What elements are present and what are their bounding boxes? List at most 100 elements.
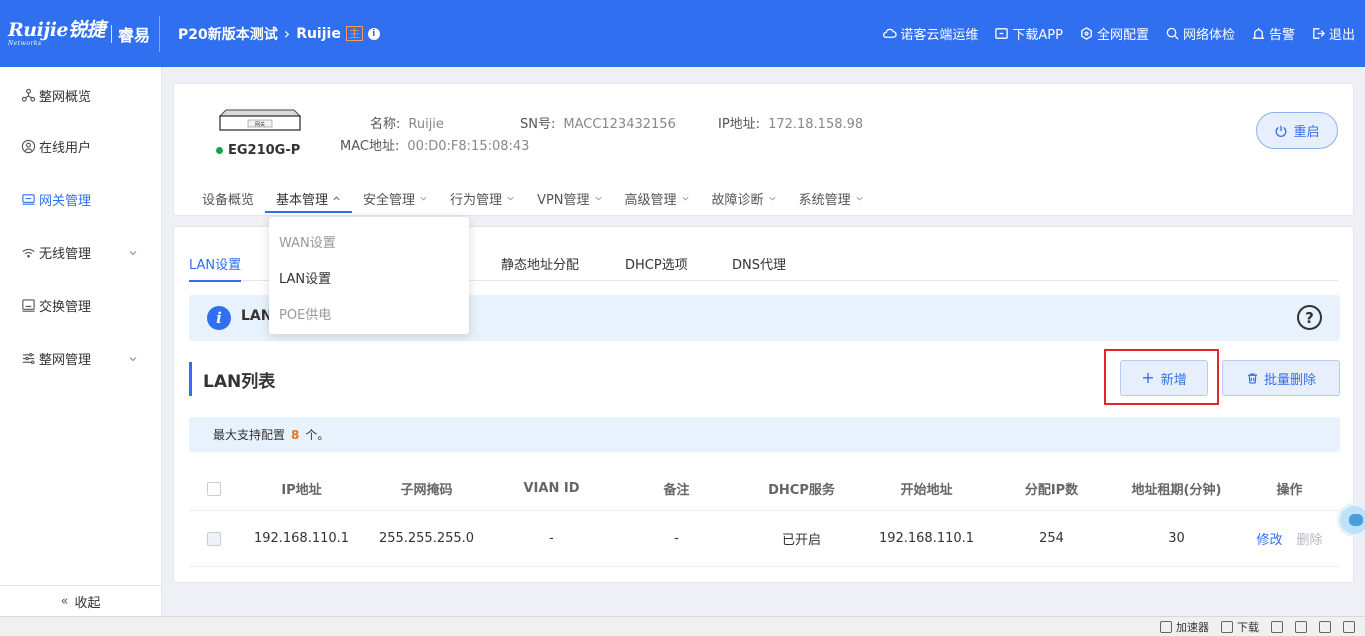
info-icon[interactable]: i xyxy=(367,27,380,40)
device-sn-field: SN号: MACC123432156 xyxy=(520,117,676,132)
wifi-icon xyxy=(22,248,35,258)
sidebar-item-wireless[interactable]: 无线管理 xyxy=(0,226,161,279)
alarm-button[interactable]: 告警 xyxy=(1251,24,1295,43)
lan-table: IP地址 子网掩码 VIAN ID 备注 DHCP服务 开始地址 分配IP数 地… xyxy=(189,467,1340,567)
download-icon xyxy=(1221,620,1233,633)
logout-icon xyxy=(1313,28,1326,39)
device-ip-field: IP地址: 172.18.158.98 xyxy=(718,117,864,132)
logo-text: Ruijie锐捷 Networks xyxy=(8,18,106,47)
edit-link[interactable]: 修改 xyxy=(1256,529,1282,548)
chevron-down-icon xyxy=(420,196,427,200)
device-card: 网关 EG210G-P 名称: Ruijie SN号: MACC123432156 … xyxy=(173,83,1354,216)
chevron-up-icon xyxy=(333,196,340,200)
network-overview-icon xyxy=(21,88,36,102)
master-tag: 主 xyxy=(345,26,363,41)
accelerator-button[interactable]: 加速器 xyxy=(1160,619,1209,635)
network-config-button[interactable]: 全网配置 xyxy=(1079,24,1149,43)
logout-button[interactable]: 退出 xyxy=(1311,24,1355,43)
cloud-ops-button[interactable]: 诺客云端运维 xyxy=(882,24,978,43)
cell-count: 254 xyxy=(1039,531,1064,546)
breadcrumb-device[interactable]: Ruijie xyxy=(296,26,341,42)
logo[interactable]: Ruijie锐捷 Networks 睿易 xyxy=(0,0,150,67)
sidebar-item-gateway[interactable]: 网关管理 xyxy=(0,173,161,226)
col-vlan: VIAN ID xyxy=(523,481,580,496)
device-tabs: 设备概览 基本管理 安全管理 行为管理 VPN管理 高级管理 故障诊断 系统管理 xyxy=(191,180,875,216)
trash-icon[interactable] xyxy=(1295,620,1307,633)
cell-lease: 30 xyxy=(1168,531,1185,546)
sidebar-item-network-manage[interactable]: 整网管理 xyxy=(0,332,161,385)
volume-icon[interactable] xyxy=(1319,620,1331,633)
subtab-dns-proxy[interactable]: DNS代理 xyxy=(732,245,786,281)
breadcrumb: P20新版本测试 › Ruijie 主 i xyxy=(178,24,380,44)
top-actions: 诺客云端运维 下载APP 全网配置 网络体检 告警 退出 xyxy=(882,0,1355,67)
select-all-checkbox[interactable] xyxy=(207,481,221,496)
network-config-icon xyxy=(1081,27,1092,40)
chevron-down-icon[interactable] xyxy=(128,248,138,258)
power-icon xyxy=(1276,125,1287,137)
chevron-down-icon[interactable] xyxy=(128,354,138,364)
network-check-button[interactable]: 网络体检 xyxy=(1165,24,1235,43)
row-checkbox[interactable] xyxy=(207,531,221,546)
network-manage-icon xyxy=(22,352,35,365)
basic-management-dropdown: WAN设置 LAN设置 POE供电 xyxy=(269,217,469,334)
cell-start: 192.168.110.1 xyxy=(878,531,975,546)
table-row: 192.168.110.1 255.255.255.0 - - 已开启 192.… xyxy=(189,511,1340,567)
table-header: IP地址 子网掩码 VIAN ID 备注 DHCP服务 开始地址 分配IP数 地… xyxy=(189,467,1340,511)
cell-vlan: - xyxy=(549,531,554,546)
cloud-icon xyxy=(883,28,897,38)
sidebar-item-switch[interactable]: 交换管理 xyxy=(0,279,161,332)
device-name-field: 名称: Ruijie xyxy=(370,117,444,132)
col-mask: 子网掩码 xyxy=(400,483,453,498)
reboot-button[interactable]: 重启 xyxy=(1256,112,1338,149)
tab-basic-management[interactable]: 基本管理 xyxy=(265,180,353,216)
col-remark: 备注 xyxy=(663,483,690,498)
chevron-down-icon xyxy=(769,196,776,200)
subtab-static-address[interactable]: 静态地址分配 xyxy=(501,245,579,281)
menu-item-poe[interactable]: POE供电 xyxy=(269,295,469,331)
col-lease: 地址租期(分钟) xyxy=(1131,483,1222,498)
tab-advanced-management[interactable]: 高级管理 xyxy=(614,180,701,216)
cell-ip: 192.168.110.1 xyxy=(253,531,350,546)
lan-list-title: LAN列表 xyxy=(189,362,275,396)
alarm-icon xyxy=(1252,27,1265,39)
menu-item-wan-settings[interactable]: WAN设置 xyxy=(269,223,469,259)
logo-separator xyxy=(111,24,113,43)
tab-system-management[interactable]: 系统管理 xyxy=(788,180,875,216)
tab-fault-diagnosis[interactable]: 故障诊断 xyxy=(701,180,788,216)
top-bar: Ruijie锐捷 Networks 睿易 P20新版本测试 › Ruijie 主… xyxy=(0,0,1365,67)
info-icon: i xyxy=(207,306,231,330)
breadcrumb-project[interactable]: P20新版本测试 xyxy=(178,24,278,44)
device-model: EG210G-P xyxy=(216,143,300,158)
sidebar-item-network-overview[interactable]: 整网概览 xyxy=(0,69,161,122)
gateway-icon xyxy=(22,194,35,205)
tab-behavior-management[interactable]: 行为管理 xyxy=(439,180,526,216)
assistant-robot-icon[interactable] xyxy=(1337,503,1365,537)
network-check-icon xyxy=(1166,27,1179,40)
tab-vpn-management[interactable]: VPN管理 xyxy=(526,180,613,216)
subtab-dhcp-options[interactable]: DHCP选项 xyxy=(625,245,688,281)
product-name: 睿易 xyxy=(118,25,151,45)
download-app-button[interactable]: 下载APP xyxy=(994,24,1063,43)
cell-dhcp: 已开启 xyxy=(781,533,821,548)
gateway-device-image: 网关 xyxy=(218,109,302,131)
cell-actions: 修改 删除 xyxy=(1239,511,1340,566)
help-icon[interactable]: ? xyxy=(1297,305,1322,330)
tab-device-overview[interactable]: 设备概览 xyxy=(191,180,265,216)
tab-security-management[interactable]: 安全管理 xyxy=(352,180,439,216)
collapse-sidebar-button[interactable]: « 收起 xyxy=(0,585,161,616)
max-config-notice: 最大支持配置 8 个。 xyxy=(189,417,1340,452)
add-button[interactable]: + 新增 xyxy=(1120,360,1208,396)
subtab-lan-settings[interactable]: LAN设置 xyxy=(189,245,242,282)
download-button[interactable]: 下载 xyxy=(1221,619,1259,635)
delete-link[interactable]: 删除 xyxy=(1297,529,1323,548)
chevron-down-icon xyxy=(856,196,863,200)
online-status-dot xyxy=(216,147,223,154)
sidebar: 整网概览 在线用户 网关管理 无线管理 交换管理 整网管理 « 收起 xyxy=(0,67,162,616)
batch-delete-button[interactable]: 批量删除 xyxy=(1222,360,1340,396)
chevron-right-icon: › xyxy=(283,24,291,43)
screenshot-icon[interactable] xyxy=(1271,620,1283,633)
zoom-icon[interactable] xyxy=(1343,620,1355,633)
device-mac-field: MAC地址: 00:D0:F8:15:08:43 xyxy=(340,139,530,154)
sidebar-item-online-users[interactable]: 在线用户 xyxy=(0,120,161,173)
menu-item-lan-settings[interactable]: LAN设置 xyxy=(269,259,469,295)
